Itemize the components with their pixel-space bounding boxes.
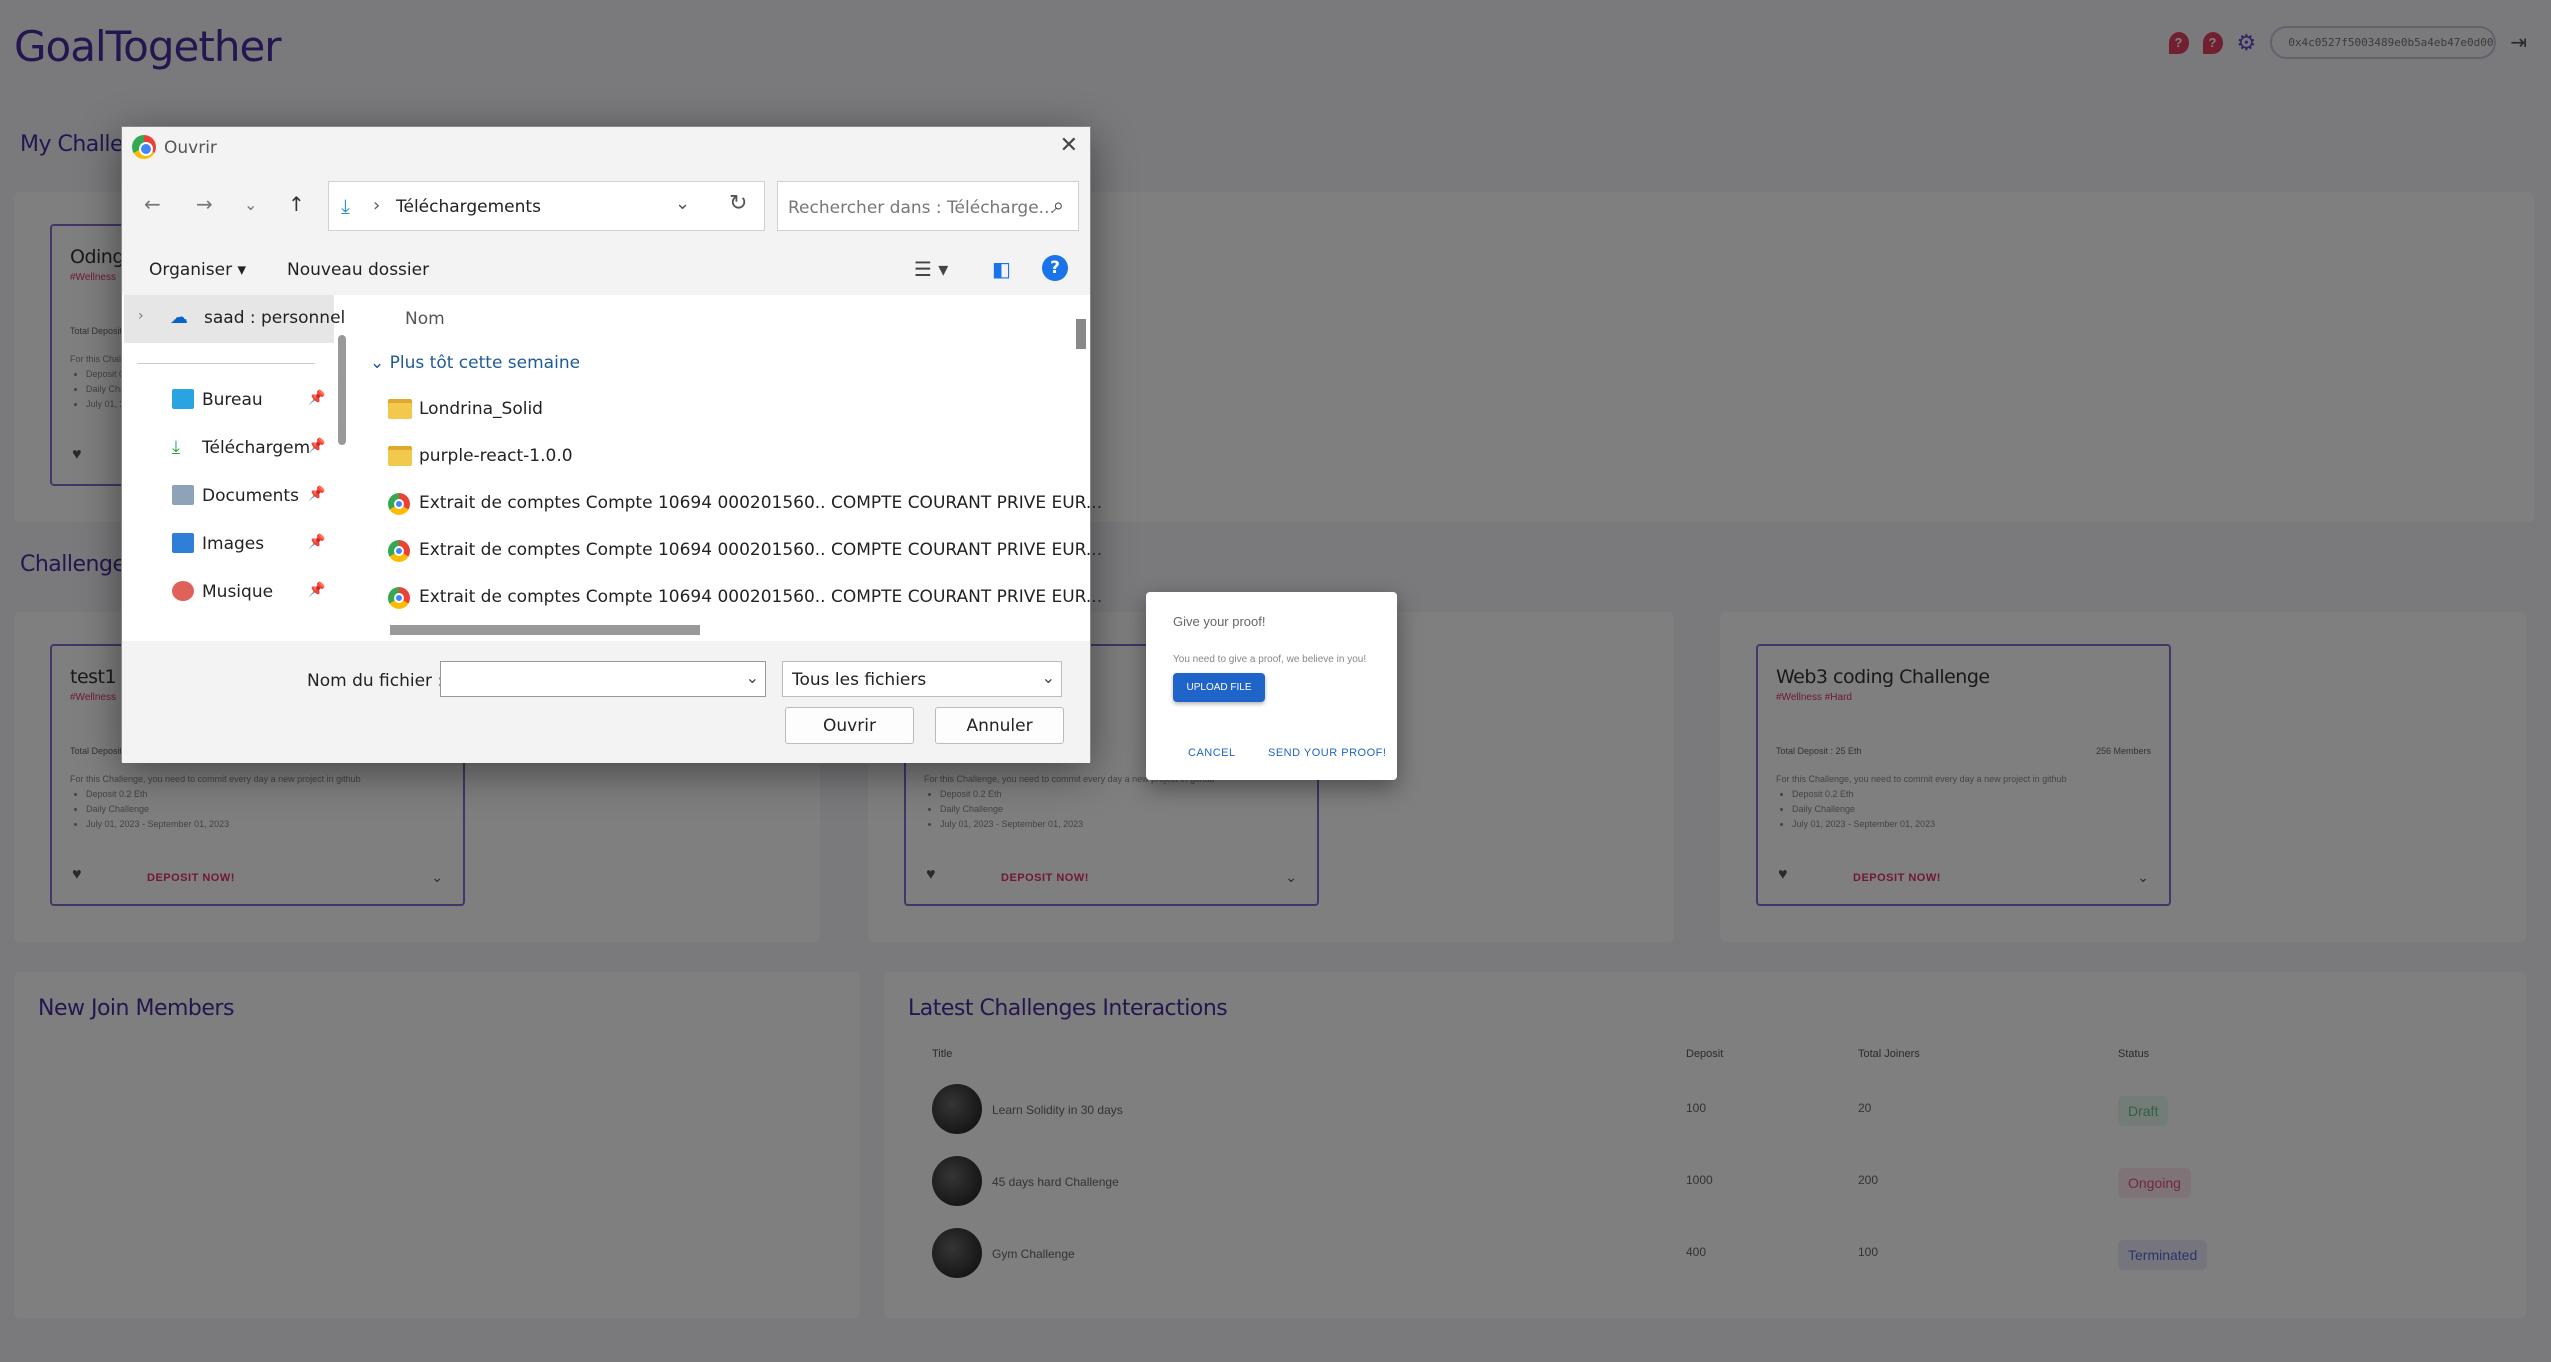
cancel-button[interactable]: CANCEL [1188,747,1236,759]
address-bar[interactable]: ⤓ › Téléchargements ⌄ ↻ [328,181,765,231]
scrollbar[interactable] [338,335,346,445]
images-icon [172,533,194,553]
pin-icon[interactable]: 📌 [308,582,325,598]
dialog-titlebar[interactable]: Ouvrir ✕ [122,127,1090,167]
file-name: Extrait de comptes Compte 10694 00020156… [419,587,1103,607]
folder-icon [388,446,412,466]
download-icon: ⤓ [341,194,350,218]
file-name: purple-react-1.0.0 [419,446,573,466]
chevron-down-icon[interactable]: ⌄ [244,195,257,214]
sidebar-item-images[interactable]: Images 📌 [122,521,332,567]
pin-icon[interactable]: 📌 [308,390,325,406]
horizontal-scrollbar[interactable] [390,625,700,635]
search-placeholder: Rechercher dans : Télécharge... [788,198,1055,218]
sidebar-item-musique[interactable]: Musique 📌 [122,569,332,615]
refresh-icon[interactable]: ↻ [729,191,747,216]
pin-icon[interactable]: 📌 [308,534,325,550]
file-list: Nom ⌄ Plus tôt cette semaine Londrina_So… [360,295,1102,641]
organize-menu[interactable]: Organiser ▾ [149,260,246,280]
sidebar-item-documents[interactable]: Documents 📌 [122,473,332,519]
upload-file-button[interactable]: UPLOAD FILE [1173,673,1265,702]
sidebar-item-label: Téléchargements [202,438,310,458]
dialog-title: Ouvrir [164,138,217,158]
open-button[interactable]: Ouvrir [785,707,914,744]
view-list-icon[interactable]: ☰ ▾ [914,257,948,281]
modal-subtitle: You need to give a proof, we believe in … [1173,654,1367,665]
new-folder-button[interactable]: Nouveau dossier [287,260,429,280]
close-icon[interactable]: ✕ [1060,133,1078,158]
desktop-icon [172,389,194,409]
file-name: Extrait de comptes Compte 10694 00020156… [419,540,1103,560]
sidebar-item-label: Images [202,534,265,554]
chevron-down-icon[interactable]: ⌄ [1042,668,1055,687]
chrome-icon [388,587,410,609]
filename-label: Nom du fichier : [307,671,444,691]
breadcrumb-separator-icon: › [373,195,381,216]
up-arrow-icon[interactable]: ↑ [288,192,305,216]
dialog-navbar: ← → ⌄ ↑ ⤓ › Téléchargements ⌄ ↻ Recherch… [122,167,1090,245]
cloud-icon: ☁ [170,307,188,328]
search-input[interactable]: Rechercher dans : Télécharge... ⌕ [777,181,1079,231]
documents-icon [172,485,194,505]
dialog-toolbar: Organiser ▾ Nouveau dossier ☰ ▾ ◧ ? [122,245,1090,295]
file-name: Londrina_Solid [419,399,543,419]
group-header[interactable]: ⌄ Plus tôt cette semaine [370,353,580,373]
send-proof-button[interactable]: SEND YOUR PROOF! [1268,747,1386,759]
address-path: Téléchargements [396,197,541,217]
pin-icon[interactable]: 📌 [308,438,325,454]
chevron-right-icon[interactable]: › [138,308,144,324]
back-arrow-icon[interactable]: ← [144,192,161,216]
file-row[interactable]: Londrina_Solid [360,387,1060,434]
modal-title: Give your proof! [1173,614,1266,629]
music-icon [172,581,194,601]
file-row[interactable]: purple-react-1.0.0 [360,434,1060,481]
sidebar-item-label: Musique [202,582,274,602]
chrome-icon [132,135,156,159]
navigation-pane: › ☁ saad : personnel Bureau 📌 ⤓ Téléchar… [122,295,346,641]
proof-modal: Give your proof! You need to give a proo… [1146,592,1397,780]
filename-input[interactable]: ⌄ [440,661,766,697]
filetype-value: Tous les fichiers [792,670,927,690]
file-row[interactable]: Extrait de comptes Compte 10694 00020156… [360,528,1102,575]
dialog-footer [122,641,1090,763]
chevron-down-icon[interactable]: ⌄ [675,193,690,214]
sidebar-item-bureau[interactable]: Bureau 📌 [122,377,332,423]
divider [137,363,315,364]
sidebar-item-telechargements[interactable]: ⤓ Téléchargements 📌 [122,425,332,471]
chevron-down-icon[interactable]: ⌄ [746,668,759,687]
file-name: Extrait de comptes Compte 10694 00020156… [419,493,1103,513]
pin-icon[interactable]: 📌 [308,486,325,502]
chrome-icon [388,493,410,515]
filetype-select[interactable]: Tous les fichiers ⌄ [782,661,1062,697]
sidebar-item-label: Documents [202,486,299,506]
column-header-name[interactable]: Nom [405,309,445,329]
vertical-scrollbar[interactable] [1076,319,1086,349]
sidebar-item-onedrive[interactable]: › ☁ saad : personnel [124,295,345,343]
file-row[interactable]: Extrait de comptes Compte 10694 00020156… [360,575,1102,622]
sidebar-item-label: Bureau [202,390,263,410]
sidebar-item-label: saad : personnel [204,308,346,328]
forward-arrow-icon[interactable]: → [196,192,213,216]
chrome-icon [388,540,410,562]
preview-pane-icon[interactable]: ◧ [992,257,1011,281]
file-row[interactable]: Extrait de comptes Compte 10694 00020156… [360,481,1102,528]
folder-icon [388,399,412,419]
download-icon: ⤓ [172,437,180,458]
cancel-button[interactable]: Annuler [935,707,1064,744]
help-icon[interactable]: ? [1042,255,1068,281]
file-open-dialog: Ouvrir ✕ ← → ⌄ ↑ ⤓ › Téléchargements ⌄ ↻… [121,126,1102,763]
search-icon[interactable]: ⌕ [1053,193,1064,217]
